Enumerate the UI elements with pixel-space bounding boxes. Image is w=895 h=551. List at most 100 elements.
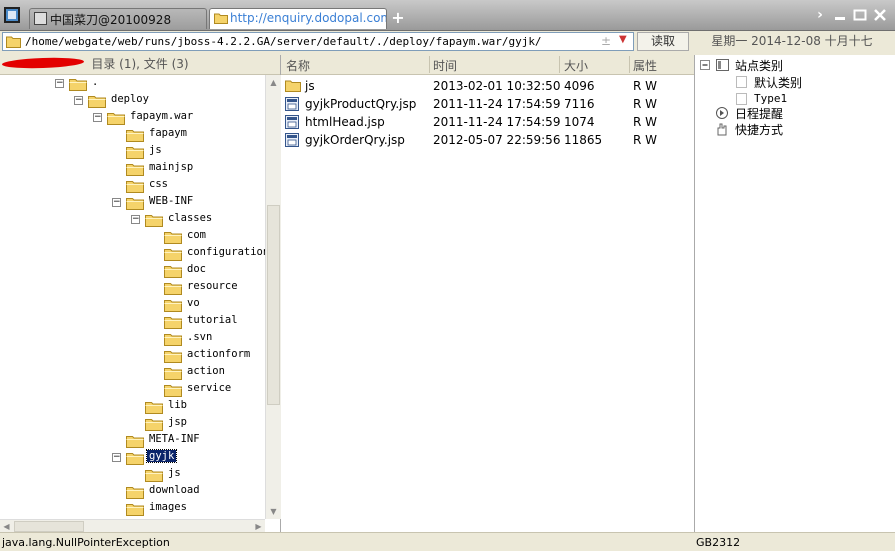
- column-size[interactable]: 大小: [564, 57, 588, 74]
- collapse-toggle-icon[interactable]: −: [55, 79, 64, 88]
- tree-node-label: META-INF: [149, 433, 200, 445]
- directory-pane: 目录 (1), 文件 (3) −. − deploy − fapaym.war fapay…: [0, 55, 281, 533]
- file-row[interactable]: js 2013-02-01 10:32:50 4096 R W: [281, 77, 694, 95]
- column-time[interactable]: 时间: [433, 57, 457, 74]
- scroll-up-icon[interactable]: ▲: [266, 75, 281, 90]
- folder-icon: [107, 111, 125, 125]
- address-bar: /home/webgate/web/runs/jboss-4.2.2.GA/se…: [0, 31, 895, 53]
- file-size: 7116: [564, 97, 595, 111]
- file-attr: R W: [633, 97, 658, 111]
- scroll-down-icon[interactable]: ▼: [266, 504, 281, 519]
- tree-node-label: classes: [168, 212, 213, 224]
- file-list-pane: 名称 时间 大小 属性 js 2013-02-01 10:32:50 4096 R W…: [281, 55, 695, 532]
- status-message: java.lang.NullPointerException: [2, 536, 170, 549]
- path-text: /home/webgate/web/runs/jboss-4.2.2.GA/se…: [25, 35, 542, 48]
- folder-icon: [145, 468, 163, 482]
- file-time: 2013-02-01 10:32:50: [433, 79, 561, 93]
- default-category-label: 默认类别: [754, 76, 803, 90]
- folder-icon: [164, 264, 182, 278]
- folder-icon: [126, 434, 144, 448]
- tree-node-label: WEB-INF: [149, 195, 194, 207]
- file-time: 2011-11-24 17:54:59: [433, 115, 561, 129]
- schedule-icon: [716, 107, 728, 119]
- column-name[interactable]: 名称: [286, 57, 310, 74]
- chevron-right-icon[interactable]: ›: [812, 8, 828, 22]
- folder-icon: [164, 298, 182, 312]
- shortcut-icon: [717, 123, 727, 136]
- folder-icon: [164, 383, 182, 397]
- file-attr: R W: [633, 133, 658, 147]
- file-name: gyjkOrderQry.jsp: [305, 133, 405, 147]
- collapse-toggle-icon[interactable]: −: [112, 453, 121, 462]
- collapse-toggle-icon[interactable]: −: [112, 198, 121, 207]
- folder-icon: [145, 417, 163, 431]
- plus-icon[interactable]: +: [390, 8, 406, 28]
- file-name: js: [305, 79, 315, 93]
- site-pane: 站点类别 默认类别 Type1 日程提醒 快捷方式: [695, 55, 895, 532]
- path-input[interactable]: /home/webgate/web/runs/jboss-4.2.2.GA/se…: [2, 32, 634, 51]
- folder-icon: [126, 162, 144, 176]
- scroll-thumb[interactable]: [14, 521, 84, 532]
- folder-icon: [6, 35, 21, 48]
- folder-icon: [164, 366, 182, 380]
- bookmark-toggle-icon[interactable]: ±: [601, 34, 611, 48]
- file-row[interactable]: gyjkProductQry.jsp 2011-11-24 17:54:59 711…: [281, 95, 694, 113]
- tree-node-label: resource: [187, 280, 238, 292]
- tab-bar: 中国菜刀@20100928 http://enquiry.dodopal.com…: [0, 0, 895, 31]
- folder-icon: [164, 247, 182, 261]
- column-attr[interactable]: 属性: [633, 57, 657, 74]
- collapse-toggle-icon[interactable]: −: [74, 96, 83, 105]
- file-time: 2011-11-24 17:54:59: [433, 97, 561, 111]
- tab-enquiry[interactable]: http://enquiry.dodopal.com:9...: [209, 8, 387, 29]
- tab-title: http://enquiry.dodopal.com:9...: [230, 11, 386, 25]
- tab-page-icon: [34, 12, 47, 25]
- tab-caidao[interactable]: 中国菜刀@20100928: [29, 8, 207, 29]
- tree-node-label: fapaym: [149, 127, 187, 139]
- folder-icon: [164, 230, 182, 244]
- file-name: htmlHead.jsp: [305, 115, 385, 129]
- jsp-file-icon: [285, 115, 299, 129]
- horizontal-scrollbar[interactable]: ◀ ▶: [0, 519, 265, 533]
- folder-icon: [126, 196, 144, 210]
- tree-node-label: images: [149, 501, 187, 513]
- file-list-header: 名称 时间 大小 属性: [281, 55, 694, 75]
- shortcuts-label: 快捷方式: [735, 123, 784, 137]
- file-size: 11865: [564, 133, 603, 147]
- dropdown-arrow-icon[interactable]: ▼: [619, 34, 627, 45]
- tree-node-label: doc: [187, 263, 206, 275]
- scroll-thumb[interactable]: [267, 205, 280, 405]
- tree-node-label: jsp: [168, 416, 187, 428]
- folder-icon: [126, 502, 144, 516]
- vertical-scrollbar[interactable]: ▲ ▼: [265, 75, 281, 519]
- jsp-file-icon: [285, 133, 299, 147]
- tree-node-label: mainjsp: [149, 161, 194, 173]
- tree-node-label: gyjk: [145, 449, 178, 463]
- folder-icon: [285, 79, 301, 92]
- app-icon[interactable]: [4, 7, 20, 23]
- schedule-label: 日程提醒: [735, 107, 784, 121]
- file-name: gyjkProductQry.jsp: [305, 97, 417, 111]
- folder-icon: [126, 451, 144, 465]
- folder-icon: [145, 213, 163, 227]
- collapse-toggle-icon[interactable]: −: [131, 215, 140, 224]
- file-row[interactable]: gyjkOrderQry.jsp 2012-05-07 22:59:56 11865…: [281, 131, 694, 149]
- collapse-toggle-icon[interactable]: −: [93, 113, 102, 122]
- folder-icon: [126, 145, 144, 159]
- site-category-label: 站点类别: [735, 59, 784, 73]
- close-icon[interactable]: [873, 8, 889, 22]
- type1-label: Type1: [754, 92, 788, 105]
- read-button[interactable]: 读取: [637, 32, 689, 51]
- encoding-indicator[interactable]: GB2312: [696, 536, 740, 549]
- maximize-icon[interactable]: [853, 8, 869, 22]
- directory-tree: −. − deploy − fapaym.war fapaym js mainjsp css − W…: [0, 75, 265, 519]
- file-row[interactable]: htmlHead.jsp 2011-11-24 17:54:59 1074 R W: [281, 113, 694, 131]
- tree-node-label: download: [149, 484, 200, 496]
- minimize-icon[interactable]: [833, 8, 849, 22]
- folder-icon: [88, 94, 106, 108]
- tree-node-label: tutorial: [187, 314, 238, 326]
- file-time: 2012-05-07 22:59:56: [433, 133, 561, 147]
- folder-icon: [214, 12, 228, 25]
- tree-node-label: .: [92, 76, 99, 88]
- date-display: 星期一 2014-12-08 十月十七: [692, 32, 892, 51]
- file-attr: R W: [633, 79, 658, 93]
